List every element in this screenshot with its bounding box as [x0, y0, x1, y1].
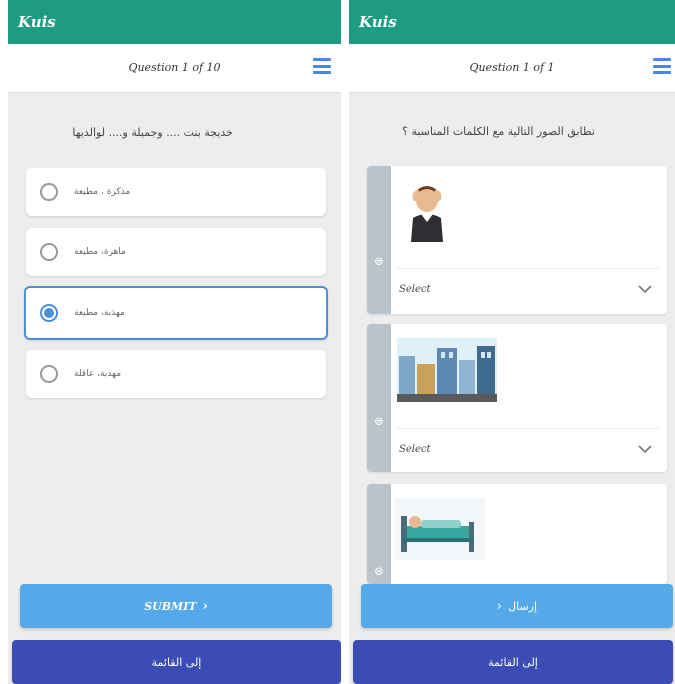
- drag-handle-icon: ⊜: [373, 414, 385, 428]
- chevron-right-icon: ›: [202, 598, 208, 614]
- option-label: مهذبة، عاقلة: [74, 369, 122, 379]
- drag-handle-icon: ⊜: [373, 564, 385, 578]
- drag-handle[interactable]: ⊜: [367, 484, 391, 584]
- back-to-list-button[interactable]: إلى القائمة: [12, 640, 341, 684]
- chevron-down-icon: [638, 445, 652, 454]
- question-counter: Question 1 of 1: [469, 61, 555, 74]
- answer-option-3[interactable]: مهذبة، مطيعة: [24, 286, 328, 340]
- send-button[interactable]: › إرسال: [361, 584, 673, 628]
- answer-option-2[interactable]: ماهرة، مطيعة: [26, 228, 326, 276]
- radio-button[interactable]: [40, 365, 58, 383]
- select-dropdown[interactable]: Select: [395, 268, 661, 309]
- chevron-down-icon: [638, 285, 652, 294]
- matching-card-1: ⊜ Select: [367, 166, 667, 314]
- question-counter: Question 1 of 10: [128, 61, 221, 74]
- menu-icon[interactable]: [653, 58, 671, 74]
- card-image-city-buildings: [397, 338, 497, 406]
- drag-handle-icon: ⊜: [373, 254, 385, 268]
- radio-button-selected[interactable]: [40, 304, 58, 322]
- menu-icon[interactable]: [313, 58, 331, 74]
- select-dropdown[interactable]: Select: [395, 428, 661, 469]
- app-bar: Kuis: [349, 0, 675, 44]
- option-label: مذكرة ، مطيعة: [74, 187, 131, 197]
- app-title: Kuis: [359, 13, 397, 31]
- answer-option-4[interactable]: مهذبة، عاقلة: [26, 350, 326, 398]
- drag-handle[interactable]: ⊜: [367, 166, 391, 314]
- option-label: ماهرة، مطيعة: [74, 247, 126, 257]
- back-label: إلى القائمة: [151, 655, 202, 669]
- radio-button[interactable]: [40, 183, 58, 201]
- quiz-screen-matching: Kuis Question 1 of 1 تطابق الصور التالية…: [349, 0, 675, 684]
- matching-card-2: ⊜ Select: [367, 324, 667, 472]
- chevron-right-icon: ›: [496, 598, 503, 614]
- card-image-sad-person: [403, 178, 451, 246]
- back-label: إلى القائمة: [488, 655, 538, 669]
- drag-handle[interactable]: ⊜: [367, 324, 391, 472]
- select-placeholder: Select: [399, 283, 431, 295]
- submit-button[interactable]: SUBMIT ›: [20, 584, 332, 628]
- question-header: Question 1 of 1: [349, 44, 675, 93]
- app-title: Kuis: [18, 13, 56, 31]
- question-header: Question 1 of 10: [8, 44, 341, 93]
- select-placeholder: Select: [399, 443, 431, 455]
- app-bar: Kuis: [8, 0, 341, 44]
- option-label: مهذبة، مطيعة: [74, 308, 125, 318]
- answer-option-1[interactable]: مذكرة ، مطيعة: [26, 168, 326, 216]
- send-label: إرسال: [508, 599, 538, 613]
- question-text: خديجة بنت .... وجميلة و.... لوالديها: [72, 126, 233, 139]
- submit-label: SUBMIT: [144, 599, 197, 613]
- back-to-list-button[interactable]: إلى القائمة: [353, 640, 673, 684]
- radio-button[interactable]: [40, 243, 58, 261]
- question-text: تطابق الصور التالية مع الكلمات المناسبة …: [402, 125, 595, 138]
- card-image-patient-bed: [395, 498, 485, 564]
- matching-card-3: ⊜: [367, 484, 667, 584]
- quiz-screen-multiple-choice: Kuis Question 1 of 10 خديجة بنت .... وجم…: [8, 0, 341, 684]
